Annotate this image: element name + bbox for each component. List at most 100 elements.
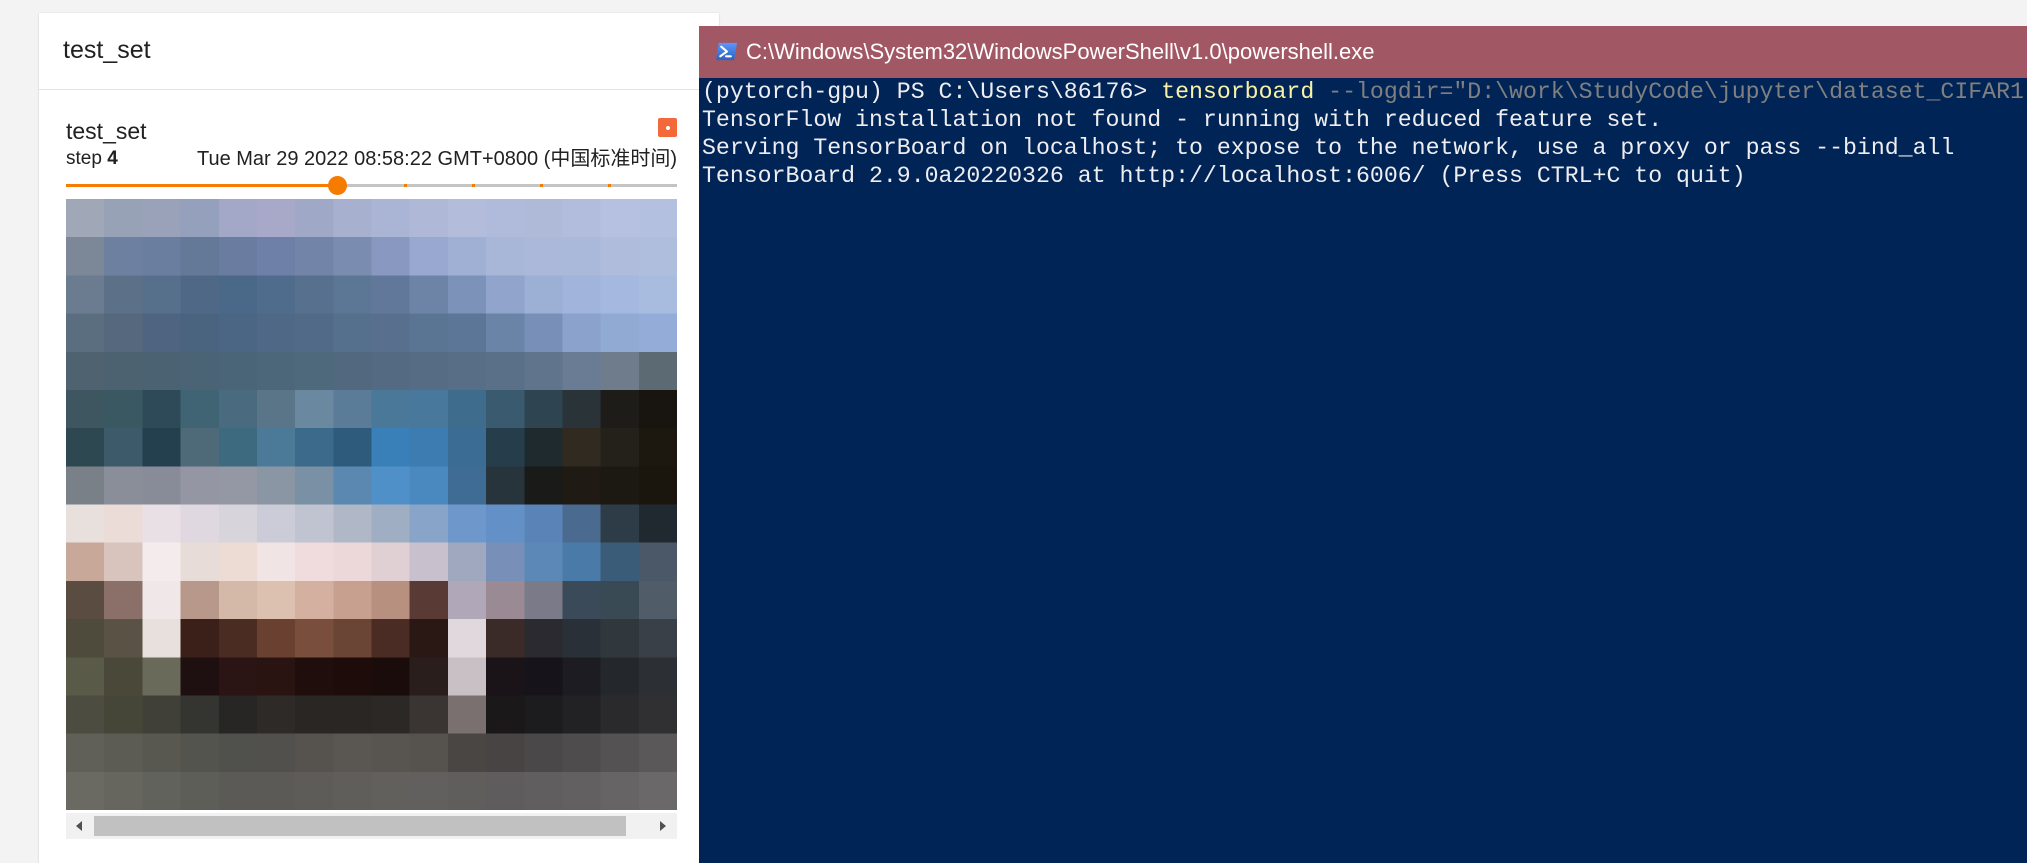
image-pixel bbox=[638, 199, 677, 238]
image-pixel bbox=[600, 237, 640, 277]
image-pixel bbox=[524, 313, 564, 353]
image-pixel bbox=[486, 542, 526, 582]
image-pixel bbox=[256, 657, 296, 697]
image-pixel bbox=[333, 313, 373, 353]
image-preview bbox=[66, 199, 677, 810]
image-pixel bbox=[447, 199, 487, 238]
image-pixels bbox=[66, 199, 677, 810]
image-pixel bbox=[486, 504, 526, 544]
image-pixel bbox=[256, 275, 296, 315]
image-pixel bbox=[486, 695, 526, 735]
panel-header[interactable]: test_set bbox=[39, 13, 719, 90]
step-value: 4 bbox=[107, 148, 118, 169]
powershell-window[interactable]: C:\Windows\System32\WindowsPowerShell\v1… bbox=[699, 26, 2027, 863]
image-pixel bbox=[638, 580, 677, 620]
image-pixel bbox=[409, 351, 449, 391]
image-pixel bbox=[409, 771, 449, 810]
console-arguments: --logdir="D:\work\StudyCode\jupyter\data… bbox=[1314, 79, 2024, 105]
slider-tick bbox=[268, 184, 272, 187]
image-pixel bbox=[371, 504, 411, 544]
run-color-icon[interactable] bbox=[658, 118, 677, 137]
image-pixel bbox=[180, 504, 220, 544]
image-pixel bbox=[218, 771, 258, 810]
image-pixel bbox=[256, 199, 296, 238]
image-pixel bbox=[295, 695, 335, 735]
image-pixel bbox=[371, 619, 411, 659]
image-pixel bbox=[447, 504, 487, 544]
image-pixel bbox=[66, 733, 105, 773]
scrollbar-thumb[interactable] bbox=[94, 816, 626, 836]
image-pixel bbox=[180, 351, 220, 391]
image-pixel bbox=[371, 199, 411, 238]
powershell-icon[interactable] bbox=[715, 40, 738, 63]
slider-tick bbox=[200, 184, 204, 187]
image-pixel bbox=[295, 542, 335, 582]
image-pixel bbox=[295, 389, 335, 429]
image-pixel bbox=[180, 389, 220, 429]
image-pixel bbox=[409, 733, 449, 773]
image-pixel bbox=[333, 580, 373, 620]
image-pixel bbox=[256, 580, 296, 620]
image-pixel bbox=[447, 695, 487, 735]
image-pixel bbox=[562, 695, 602, 735]
console-line: TensorBoard 2.9.0a20220326 at http://loc… bbox=[702, 163, 1746, 189]
image-pixel bbox=[524, 619, 564, 659]
step-slider[interactable] bbox=[66, 173, 677, 197]
image-pixel bbox=[562, 771, 602, 810]
image-pixel bbox=[256, 542, 296, 582]
image-pixel bbox=[600, 389, 640, 429]
image-pixel bbox=[447, 466, 487, 506]
image-pixel bbox=[333, 657, 373, 697]
image-pixel bbox=[180, 199, 220, 238]
powershell-titlebar[interactable]: C:\Windows\System32\WindowsPowerShell\v1… bbox=[699, 26, 2027, 78]
horizontal-scrollbar[interactable] bbox=[66, 813, 677, 839]
image-pixel bbox=[486, 199, 526, 238]
image-pixel bbox=[371, 771, 411, 810]
image-pixel bbox=[66, 351, 105, 391]
image-pixel bbox=[295, 466, 335, 506]
image-pixel bbox=[66, 657, 105, 697]
image-pixel bbox=[562, 466, 602, 506]
image-pixel bbox=[66, 275, 105, 315]
image-pixel bbox=[371, 237, 411, 277]
image-pixel bbox=[142, 351, 182, 391]
scroll-left-arrow-icon[interactable] bbox=[76, 821, 82, 831]
image-pixel bbox=[104, 542, 144, 582]
image-pixel bbox=[371, 275, 411, 315]
slider-tick bbox=[132, 184, 136, 187]
image-pixel bbox=[638, 695, 677, 735]
image-pixel bbox=[142, 695, 182, 735]
image-pixel bbox=[180, 466, 220, 506]
image-pixel bbox=[104, 504, 144, 544]
scroll-right-arrow-icon[interactable] bbox=[660, 821, 666, 831]
image-pixel bbox=[295, 237, 335, 277]
image-pixel bbox=[295, 733, 335, 773]
image-pixel bbox=[104, 351, 144, 391]
image-pixel bbox=[256, 695, 296, 735]
image-pixel bbox=[486, 580, 526, 620]
image-pixel bbox=[142, 199, 182, 238]
image-pixel bbox=[333, 771, 373, 810]
slider-tick bbox=[403, 184, 407, 187]
console-output[interactable]: (pytorch-gpu) PS C:\Users\86176> tensorb… bbox=[699, 78, 2027, 863]
image-pixel bbox=[66, 313, 105, 353]
image-pixel bbox=[142, 771, 182, 810]
image-pixel bbox=[333, 351, 373, 391]
image-pixel bbox=[409, 695, 449, 735]
image-pixel bbox=[447, 542, 487, 582]
image-pixel bbox=[333, 619, 373, 659]
image-pixel bbox=[562, 351, 602, 391]
image-pixel bbox=[562, 199, 602, 238]
console-line-command: (pytorch-gpu) PS C:\Users\86176> tensorb… bbox=[702, 78, 2027, 106]
image-pixel bbox=[142, 580, 182, 620]
slider-tick bbox=[607, 184, 611, 187]
image-pixel bbox=[218, 313, 258, 353]
image-pixel bbox=[218, 504, 258, 544]
image-pixel bbox=[180, 237, 220, 277]
image-pixel bbox=[142, 237, 182, 277]
image-pixel bbox=[562, 733, 602, 773]
image-pixel bbox=[600, 771, 640, 810]
image-pixel bbox=[333, 237, 373, 277]
image-pixel bbox=[142, 657, 182, 697]
slider-knob[interactable] bbox=[328, 176, 348, 195]
